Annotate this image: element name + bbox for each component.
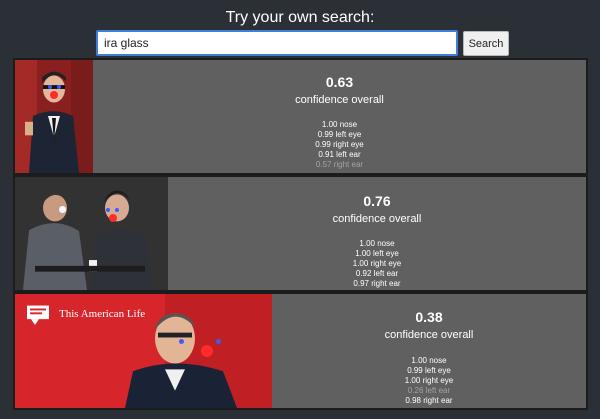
keypoint-row: 0.91 left ear (318, 150, 361, 159)
nose-keypoint-dot (201, 345, 213, 357)
overall-score: 0.63 (325, 74, 354, 90)
result-stats: 0.63 confidence overall 1.00 nose 0.99 l… (93, 60, 586, 173)
result-card: 0.76 confidence overall 1.00 nose 1.00 l… (13, 175, 588, 292)
keypoint-list: 1.00 nose 0.99 left eye 1.00 right eye 0… (272, 356, 586, 406)
eye-keypoint-dot (216, 339, 221, 344)
eye-keypoint-dot (115, 208, 119, 212)
keypoint-row: 0.99 left eye (317, 130, 362, 139)
eye-keypoint-dot (57, 85, 61, 89)
keypoint-row: 0.97 right ear (353, 279, 401, 288)
result-stats: 0.76 confidence overall 1.00 nose 1.00 l… (168, 177, 586, 290)
ira-glass-portrait-image (15, 60, 93, 173)
result-stats: 0.38 confidence overall 1.00 nose 0.99 l… (272, 294, 586, 408)
keypoint-row: 1.00 right eye (352, 259, 402, 268)
keypoint-row: 1.00 nose (359, 239, 395, 248)
search-button[interactable]: Search (463, 31, 509, 56)
result-photo (15, 177, 168, 290)
keypoint-row: 0.98 right ear (405, 396, 453, 405)
confidence-label: confidence overall (332, 213, 422, 225)
eye-keypoint-dot (179, 339, 184, 344)
eye-keypoint-dot (59, 206, 66, 213)
result-card: 0.63 confidence overall 1.00 nose 0.99 l… (13, 58, 588, 175)
overall-score: 0.38 (415, 309, 443, 325)
keypoint-row: 1.00 nose (411, 356, 447, 365)
result-photo: This American Life (15, 294, 272, 408)
page-title: Try your own search: (225, 9, 375, 26)
eye-keypoint-dot (48, 85, 52, 89)
confidence-label: confidence overall (384, 329, 474, 341)
nose-keypoint-dot (109, 214, 117, 222)
keypoint-row-low: 0.26 left ear (407, 386, 451, 395)
keypoint-list: 1.00 nose 0.99 left eye 0.99 right eye 0… (93, 120, 586, 170)
two-men-seated-image (15, 177, 168, 290)
overall-score: 0.76 (363, 193, 391, 209)
keypoint-row-low: 0.57 right ear (315, 160, 364, 169)
keypoint-row: 0.99 right eye (315, 140, 364, 149)
keypoint-row: 0.92 left ear (355, 269, 399, 278)
search-input[interactable] (96, 30, 458, 56)
result-card: This American Life 0.38 confidence overa… (13, 292, 588, 410)
keypoint-list: 1.00 nose 1.00 left eye 1.00 right eye 0… (168, 239, 586, 289)
brand-logo-text: This American Life (59, 308, 146, 320)
search-header: Try your own search: Search (0, 0, 600, 58)
nose-keypoint-dot (50, 91, 58, 99)
keypoint-row: 0.99 left eye (407, 366, 451, 375)
eye-keypoint-dot (106, 208, 110, 212)
result-photo (15, 60, 93, 173)
keypoint-row: 1.00 nose (321, 120, 358, 129)
keypoint-row: 1.00 left eye (355, 249, 399, 258)
keypoint-row: 1.00 right eye (404, 376, 454, 385)
confidence-label: confidence overall (295, 94, 384, 106)
